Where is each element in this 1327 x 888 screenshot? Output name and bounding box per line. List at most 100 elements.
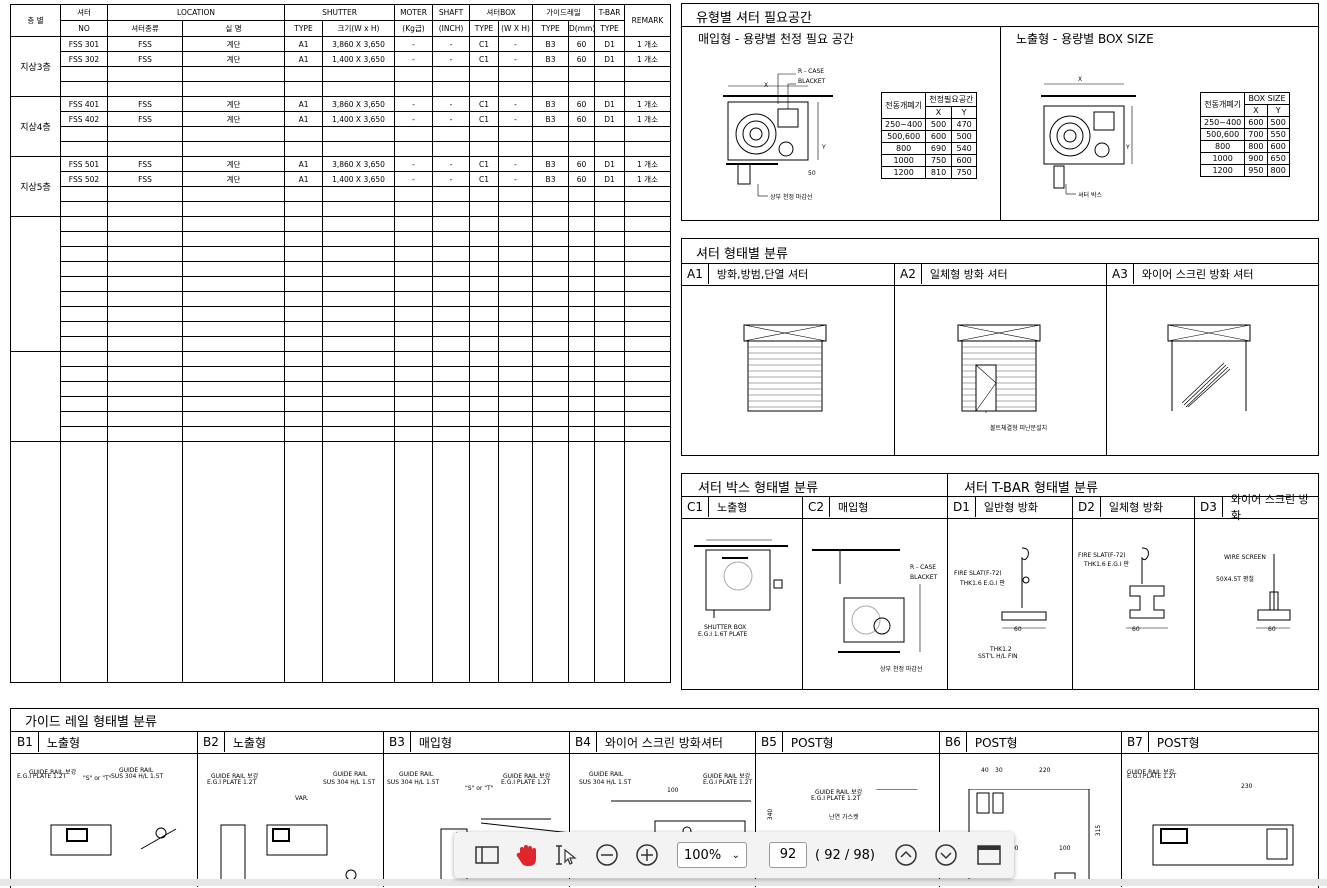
table-cell: 700 — [1244, 128, 1268, 141]
header-rail-d: D(mm) — [568, 20, 596, 37]
rail-type-b5-title: B5 POST형 — [756, 732, 834, 752]
table-cell — [284, 126, 324, 142]
d3-label: 와이어 스크린 방화 — [1230, 493, 1309, 522]
table-cell — [568, 246, 596, 262]
tbar-types-title: 셔터 T-BAR 형태별 분류 — [964, 481, 1098, 496]
table-cell — [469, 381, 500, 397]
table-cell — [394, 231, 434, 247]
table-cell: - — [432, 96, 471, 112]
table-cell — [469, 201, 500, 217]
table-cell — [568, 231, 596, 247]
table-cell — [532, 336, 570, 352]
table-cell: 1200 — [1199, 164, 1246, 177]
header-loc-type: 셔터종류 — [107, 20, 183, 37]
table-cell — [498, 306, 534, 322]
sidebar-toggle-icon[interactable] — [472, 840, 502, 870]
b3-note1: GUIDE RAIL — [399, 771, 434, 778]
table-row: 1200 950 800 — [1199, 164, 1290, 177]
table-cell: 1 개소 — [624, 111, 672, 127]
space-panel: 유형별 셔터 필요공간 매입형 - 용량별 천정 필요 공간 노출형 - 용량별… — [681, 3, 1319, 221]
table-cell — [322, 411, 396, 427]
table-cell — [594, 216, 626, 232]
table-cell — [322, 66, 396, 82]
b6-dim30: 30 — [995, 767, 1003, 774]
table-cell: D1 — [594, 111, 626, 127]
horizontal-scrollbar[interactable] — [0, 879, 1327, 886]
zoom-out-icon[interactable] — [592, 840, 622, 870]
table-row: 250~400 500 470 — [880, 118, 978, 131]
c1-box-drawing — [694, 539, 788, 618]
table-cell — [532, 66, 570, 82]
table-cell — [107, 396, 183, 412]
select-tool-icon[interactable] — [552, 840, 582, 870]
table-cell — [394, 66, 434, 82]
table-cell — [394, 321, 434, 337]
table-cell: 250~400 — [880, 118, 927, 131]
table-cell — [594, 66, 626, 82]
table-row: 지상4층 FSS 401 FSS 계단 A1 3,860 X 3,650- - C1- B3 60… — [10, 96, 672, 157]
a2-title: A2 일체형 방화 셔터 — [895, 264, 1008, 284]
table-cell — [432, 411, 471, 427]
hand-tool-icon[interactable] — [512, 840, 542, 870]
table-cell — [284, 186, 324, 202]
c1-label: 노출형 — [717, 501, 748, 514]
table-cell: 계단 — [181, 156, 286, 172]
table-cell — [532, 351, 570, 367]
header-tbar-type: TYPE — [594, 20, 626, 37]
c1-code: C1 — [682, 497, 710, 517]
table-cell — [498, 291, 534, 307]
table-cell — [432, 321, 471, 337]
table-cell — [469, 306, 500, 322]
table-cell — [60, 186, 108, 202]
table-cell — [284, 141, 324, 157]
table-cell — [181, 441, 286, 683]
c2-label: 매입형 — [838, 501, 869, 514]
b2-note4: SUS 304 H/L 1.5T — [323, 779, 376, 786]
table-cell: - — [498, 111, 534, 127]
table-cell — [432, 231, 471, 247]
floor-cell — [10, 351, 61, 442]
table-cell — [432, 426, 471, 442]
next-page-icon[interactable] — [931, 840, 961, 870]
d1-dim60: 60 — [1014, 626, 1022, 633]
table-cell — [469, 81, 500, 97]
table-cell — [181, 366, 286, 382]
table-cell — [181, 396, 286, 412]
prev-page-icon[interactable] — [891, 840, 921, 870]
c1-note2: E.G.I 1.6T PLATE — [698, 631, 748, 638]
table-cell: - — [394, 96, 434, 112]
etbl-h1: 전동개폐기 — [1199, 92, 1246, 117]
table-cell — [322, 261, 396, 277]
table-cell: FSS 402 — [60, 111, 108, 127]
table-cell — [107, 321, 183, 337]
zoom-select[interactable]: 100% ⌄ — [677, 842, 747, 868]
table-cell: 600 — [925, 130, 952, 143]
table-cell: - — [394, 111, 434, 127]
table-cell — [568, 141, 596, 157]
recessed-shutter-drawing — [723, 73, 833, 197]
presentation-icon[interactable] — [974, 840, 1004, 870]
header-rail-type: TYPE — [532, 20, 570, 37]
zoom-in-icon[interactable] — [632, 840, 662, 870]
table-cell: 550 — [1266, 128, 1290, 141]
b2-note3: GUIDE RAIL — [333, 771, 368, 778]
table-cell — [107, 276, 183, 292]
rail-type-b4-title: B4 와이어 스크린 방화셔터 — [570, 732, 723, 752]
etbl-hx: X — [1244, 104, 1268, 117]
table-cell: FSS 501 — [60, 156, 108, 172]
header-shaft-unit: (INCH) — [432, 20, 471, 37]
table-cell: 1 개소 — [624, 156, 672, 172]
table-cell: FSS — [107, 111, 183, 127]
table-cell: D1 — [594, 171, 626, 187]
header-remark: REMARK — [624, 4, 672, 37]
table-row — [11, 201, 672, 217]
table-cell: 60 — [568, 36, 596, 52]
b1-note2: E.G.I PLATE 1.2T — [17, 773, 67, 780]
page-number-input[interactable]: 92 — [769, 842, 807, 868]
a1-shutter-drawing — [743, 324, 827, 412]
table-cell: 계단 — [181, 171, 286, 187]
table-cell — [594, 231, 626, 247]
table-cell — [594, 381, 626, 397]
table-cell — [568, 186, 596, 202]
rail-type-label: 노출형 — [232, 735, 266, 750]
